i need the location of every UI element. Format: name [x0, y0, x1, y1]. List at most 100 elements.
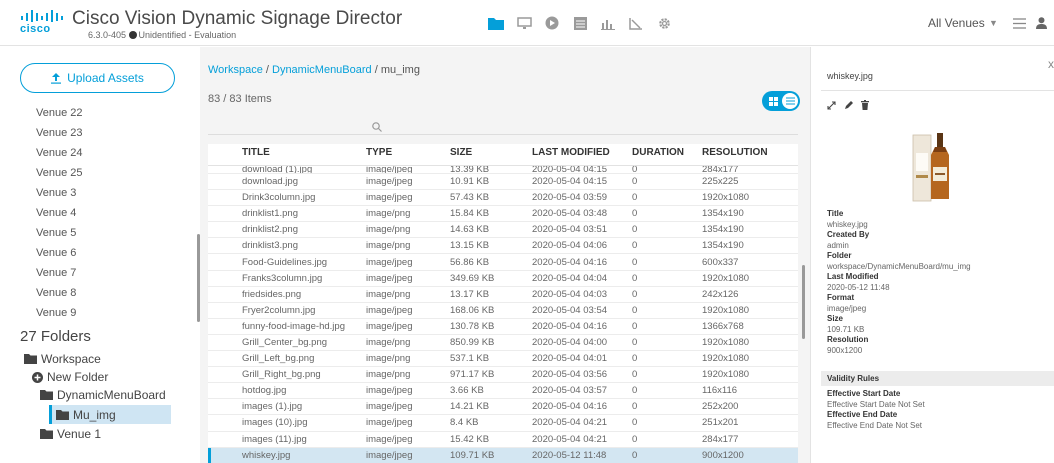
tree-item-dynamicmenuboard[interactable]: DynamicMenuBoard — [40, 388, 166, 402]
search-icon[interactable] — [372, 119, 382, 137]
cell-last-modified: 2020-05-04 03:59 — [532, 192, 608, 204]
tree-item-workspace[interactable]: Workspace — [24, 352, 101, 366]
cell-type: image/jpeg — [366, 176, 413, 188]
meta-value: 109.71 KB — [827, 325, 865, 334]
list-icon[interactable] — [568, 13, 592, 33]
meta-value: workspace/DynamicMenuBoard/mu_img — [827, 262, 971, 271]
folder-icon — [56, 409, 69, 420]
table-row[interactable]: images (11).jpg image/jpeg 15.42 KB 2020-05… — [208, 432, 798, 448]
venue-item[interactable]: Venue 3 — [36, 183, 186, 203]
table-row[interactable]: Food-Guidelines.jpg image/jpeg 56.86 KB 202… — [208, 254, 798, 271]
monitor-icon[interactable] — [512, 13, 536, 33]
cell-title: friedsides.png — [242, 288, 302, 300]
cell-size: 14.21 KB — [450, 401, 490, 413]
upload-assets-button[interactable]: Upload Assets — [20, 63, 175, 93]
column-header-duration[interactable]: DURATION — [632, 144, 702, 165]
table-row[interactable]: hotdog.jpg image/jpeg 3.66 KB 2020-05-04 03… — [208, 383, 798, 400]
cell-duration: 0 — [632, 449, 638, 461]
breadcrumb-workspace[interactable]: Workspace — [208, 64, 263, 76]
breadcrumb-separator: / — [371, 64, 381, 76]
asset-browser: Workspace / DynamicMenuBoard / mu_img 83… — [200, 47, 810, 463]
column-header-resolution[interactable]: RESOLUTION — [702, 144, 792, 165]
new-folder-label: New Folder — [47, 370, 109, 384]
table-row[interactable]: drinklist3.png image/png 13.15 KB 2020-05-0… — [208, 238, 798, 255]
table-row[interactable]: drinklist1.png image/png 15.84 KB 2020-05-0… — [208, 206, 798, 223]
table-row[interactable]: Drink3column.jpg image/jpeg 57.43 KB 2020-0… — [208, 190, 798, 207]
hamburger-menu-icon[interactable] — [1013, 16, 1026, 34]
venue-item[interactable]: Venue 6 — [36, 243, 186, 263]
table-row[interactable]: Grill_Right_bg.png image/png 971.17 KB 2020… — [208, 367, 798, 384]
table-row[interactable]: Fryer2column.jpg image/jpeg 168.06 KB 2020-… — [208, 303, 798, 319]
breadcrumb-board[interactable]: DynamicMenuBoard — [272, 64, 372, 76]
venue-item[interactable]: Venue 25 — [36, 163, 186, 183]
table-row[interactable]: friedsides.png image/png 13.17 KB 2020-05-0… — [208, 287, 798, 303]
bar-chart-icon[interactable] — [596, 13, 620, 33]
column-header-title[interactable]: TITLE — [242, 144, 366, 165]
venue-select[interactable]: All Venues — [928, 16, 985, 30]
cell-type: image/jpeg — [366, 401, 413, 413]
table-row[interactable]: whiskey.jpg image/jpeg 109.71 KB 2020-05-12… — [208, 447, 798, 463]
table-row[interactable]: Grill_Center_bg.png image/png 850.99 KB 202… — [208, 335, 798, 352]
table-row[interactable]: drinklist2.png image/png 14.63 KB 2020-05-0… — [208, 222, 798, 239]
venue-item[interactable]: Venue 9 — [36, 303, 186, 323]
chevron-down-icon[interactable]: ▼ — [989, 18, 998, 28]
cell-last-modified: 2020-05-04 04:03 — [532, 288, 608, 300]
venue-item[interactable]: Venue 8 — [36, 283, 186, 303]
trigger-icon[interactable] — [624, 13, 648, 33]
table-row[interactable]: images (1).jpg image/jpeg 14.21 KB 2020-05-… — [208, 399, 798, 416]
venue-item[interactable]: Venue 22 — [36, 103, 186, 123]
gear-icon[interactable] — [652, 13, 676, 33]
edit-icon[interactable] — [844, 97, 853, 115]
cell-size: 168.06 KB — [450, 304, 495, 316]
list-view-icon[interactable] — [782, 93, 798, 109]
validity-rules-header[interactable]: Validity Rules — [821, 371, 1054, 386]
cell-type: image/png — [366, 353, 411, 365]
left-sidebar: Upload Assets Venue 22 Venue 23 Venue 24… — [0, 47, 200, 463]
venue-item[interactable]: Venue 4 — [36, 203, 186, 223]
cell-duration: 0 — [632, 272, 638, 284]
column-header-size[interactable]: SIZE — [450, 144, 532, 165]
column-header-last-modified[interactable]: LAST MODIFIED — [532, 144, 632, 165]
folder-icon[interactable] — [484, 13, 508, 33]
tree-item-mu-img[interactable]: Mu_img — [49, 405, 171, 424]
table-scrollbar[interactable] — [802, 265, 805, 339]
table-row[interactable]: funny-food-image-hd.jpg image/jpeg 130.78 … — [208, 319, 798, 335]
venue-item[interactable]: Venue 23 — [36, 123, 186, 143]
cell-title: Grill_Right_bg.png — [242, 369, 321, 381]
meta-value: 900x1200 — [827, 346, 863, 355]
table-row[interactable]: download (1).jpg image/jpeg 13.39 KB 202… — [208, 166, 798, 174]
cell-last-modified: 2020-05-04 04:16 — [532, 401, 608, 413]
expand-icon[interactable] — [827, 97, 836, 115]
new-folder-button[interactable]: New Folder — [32, 370, 108, 384]
table-row[interactable]: download.jpg image/jpeg 10.91 KB 2020-05-04… — [208, 174, 798, 191]
validity-value: Effective Start Date Not Set — [827, 400, 925, 409]
cell-last-modified: 2020-05-04 03:54 — [532, 304, 608, 316]
cell-type: image/jpeg — [366, 417, 413, 429]
table-row[interactable]: Franks3column.jpg image/jpeg 349.69 KB 2020… — [208, 271, 798, 287]
tree-item-label: Workspace — [41, 352, 101, 366]
trash-icon[interactable] — [861, 97, 869, 115]
cell-resolution: 251x201 — [702, 417, 739, 429]
table-row[interactable]: images (10).jpg image/jpeg 8.4 KB 2020-05-0… — [208, 415, 798, 432]
venue-item[interactable]: Venue 5 — [36, 223, 186, 243]
close-icon[interactable]: x — [1048, 57, 1054, 71]
cell-duration: 0 — [632, 417, 638, 429]
app-header: cisco Cisco Vision Dynamic Signage Direc… — [0, 0, 1054, 46]
license-status-icon — [128, 31, 137, 39]
table-row[interactable]: Grill_Left_bg.png image/png 537.1 KB 2020-0… — [208, 351, 798, 368]
search-input[interactable] — [208, 117, 798, 134]
play-icon[interactable] — [540, 13, 564, 33]
venue-item[interactable]: Venue 7 — [36, 263, 186, 283]
cell-title: download (1).jpg — [242, 166, 313, 174]
column-header-type[interactable]: TYPE — [366, 144, 450, 165]
user-icon[interactable] — [1036, 16, 1047, 34]
cell-duration: 0 — [632, 336, 638, 348]
grid-view-icon[interactable] — [765, 93, 781, 109]
cell-size: 537.1 KB — [450, 353, 490, 365]
cell-last-modified: 2020-05-04 04:16 — [532, 256, 608, 268]
tree-item-venue-1[interactable]: Venue 1 — [40, 427, 101, 441]
venue-item[interactable]: Venue 24 — [36, 143, 186, 163]
view-toggle[interactable] — [762, 91, 800, 111]
cell-size: 13.39 KB — [450, 166, 490, 174]
cell-last-modified: 2020-05-04 04:01 — [532, 353, 608, 365]
